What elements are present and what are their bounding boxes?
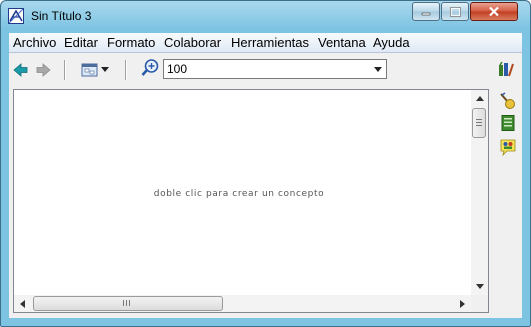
- resources-icon[interactable]: [499, 92, 517, 110]
- scroll-down-icon: [475, 284, 484, 289]
- canvas-hint: doble clic para crear un concepto: [153, 189, 325, 199]
- forward-arrow-icon[interactable]: [34, 61, 52, 79]
- menu-colaborar[interactable]: Colaborar: [164, 35, 221, 50]
- vertical-scroll-thumb[interactable]: [472, 108, 486, 138]
- side-panel: [497, 89, 521, 309]
- scroll-left-icon: [20, 299, 25, 308]
- maximize-icon: [449, 6, 461, 17]
- view-style-button[interactable]: [81, 61, 111, 79]
- scroll-up-button[interactable]: [471, 90, 488, 107]
- menu-herramientas[interactable]: Herramientas: [231, 35, 309, 50]
- menu-editar[interactable]: Editar: [64, 35, 98, 50]
- close-icon: [489, 6, 499, 17]
- minimize-button[interactable]: [412, 2, 440, 21]
- title-bar[interactable]: Sin Título 3: [1, 1, 530, 31]
- toolbar-separator: [64, 60, 66, 80]
- back-arrow-icon[interactable]: [12, 61, 30, 79]
- collaborators-icon[interactable]: [499, 138, 517, 156]
- chevron-down-icon[interactable]: [373, 64, 383, 74]
- horizontal-scroll-thumb[interactable]: [33, 296, 223, 311]
- horizontal-scrollbar[interactable]: [14, 295, 471, 312]
- cmaptools-app-icon: [8, 8, 24, 24]
- scroll-up-icon: [475, 96, 484, 101]
- vertical-scrollbar[interactable]: [471, 90, 488, 295]
- zoom-icon[interactable]: [141, 59, 159, 77]
- minimize-icon: [421, 12, 431, 15]
- zoom-value: 100: [167, 62, 188, 76]
- menu-archivo[interactable]: Archivo: [13, 35, 56, 50]
- notes-icon[interactable]: [499, 114, 517, 132]
- menu-bar: Archivo Editar Formato Colaborar Herrami…: [9, 33, 522, 53]
- scroll-corner: [471, 295, 488, 312]
- scroll-down-button[interactable]: [471, 278, 488, 295]
- style-palette-icon[interactable]: [497, 61, 515, 79]
- toolbar-separator: [125, 60, 127, 80]
- map-canvas[interactable]: doble clic para crear un concepto: [14, 90, 471, 295]
- grip-icon: [476, 119, 482, 126]
- window-title: Sin Título 3: [31, 9, 92, 23]
- scroll-left-button[interactable]: [14, 295, 31, 312]
- zoom-combo[interactable]: 100: [163, 59, 387, 79]
- scroll-right-button[interactable]: [454, 295, 471, 312]
- map-canvas-frame: doble clic para crear un concepto: [13, 89, 489, 313]
- content-area: doble clic para crear un concepto: [9, 87, 522, 318]
- toolbar: 100: [9, 53, 522, 87]
- scroll-right-icon: [460, 299, 465, 308]
- app-window: Sin Título 3 Archivo Editar Formato Cola…: [0, 0, 531, 327]
- close-button[interactable]: [470, 2, 518, 21]
- grip-icon: [123, 300, 130, 306]
- menu-ayuda[interactable]: Ayuda: [373, 35, 410, 50]
- menu-ventana[interactable]: Ventana: [318, 35, 366, 50]
- chevron-down-icon: [101, 67, 109, 72]
- maximize-button[interactable]: [441, 2, 469, 21]
- view-style-icon: [81, 63, 98, 77]
- menu-formato[interactable]: Formato: [107, 35, 155, 50]
